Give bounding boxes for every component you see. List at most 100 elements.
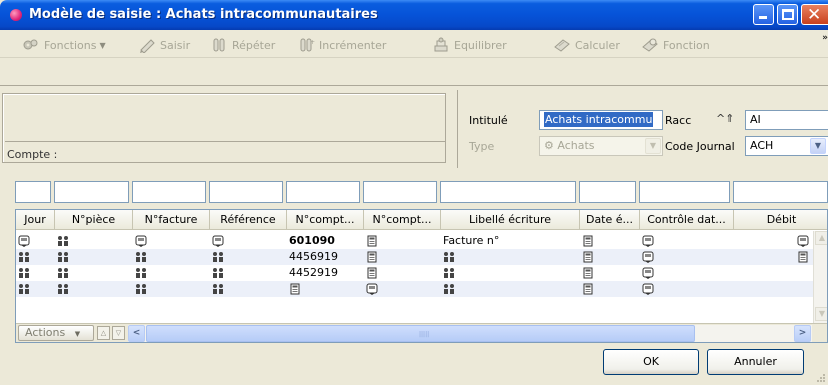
column-header-reference[interactable]: Référence	[210, 210, 287, 230]
chevron-down-icon[interactable]: ▼	[810, 138, 826, 154]
table-cell[interactable]	[734, 281, 813, 297]
info-box-icon	[642, 267, 654, 279]
toolbar-incrementer-button[interactable]: + Incrémenter	[297, 36, 386, 54]
move-down-button[interactable]: ▽	[112, 326, 125, 340]
table-cell[interactable]	[55, 265, 133, 281]
filter-input[interactable]	[54, 181, 129, 203]
scroll-right-icon[interactable]: >	[794, 325, 811, 342]
minimize-button[interactable]	[753, 4, 774, 25]
table-cell[interactable]	[364, 249, 441, 265]
table-cell[interactable]	[55, 249, 133, 265]
column-header-controle-date[interactable]: Contrôle dat...	[640, 210, 734, 230]
table-cell[interactable]	[640, 249, 734, 265]
table-cell[interactable]: Facture n°	[441, 233, 580, 249]
type-select[interactable]: ⚙ Achats ▼	[539, 136, 663, 156]
filter-input[interactable]	[363, 181, 437, 203]
table-cell[interactable]	[210, 265, 287, 281]
filter-input[interactable]	[440, 181, 576, 203]
racc-field[interactable]: AI	[745, 110, 828, 130]
resize-grip-icon[interactable]	[816, 373, 826, 383]
close-button[interactable]: ✕	[801, 4, 828, 25]
table-cell[interactable]	[580, 265, 640, 281]
move-up-button[interactable]: △	[97, 326, 110, 340]
table-cell[interactable]	[640, 265, 734, 281]
toolbar-repeter-button[interactable]: Répéter	[210, 36, 275, 54]
table-cell[interactable]	[16, 281, 55, 297]
calculator-icon	[583, 235, 593, 247]
scroll-up-icon[interactable]: ▲	[815, 231, 827, 245]
column-header-date-echeance[interactable]: Date é...	[580, 210, 640, 230]
column-header-libelle[interactable]: Libellé écriture	[441, 210, 580, 230]
filter-input[interactable]	[209, 181, 283, 203]
toolbar-saisir-button[interactable]: Saisir	[138, 36, 190, 54]
table-cell[interactable]	[287, 281, 364, 297]
title-bar[interactable]: Modèle de saisie : Achats intracommunaut…	[0, 0, 828, 30]
table-cell[interactable]	[210, 233, 287, 249]
table-cell[interactable]	[580, 249, 640, 265]
chevron-down-icon[interactable]: ▼	[645, 138, 661, 154]
table-cell[interactable]	[580, 281, 640, 297]
scroll-left-icon[interactable]: <	[128, 325, 145, 342]
column-header-jour[interactable]: Jour	[16, 210, 55, 230]
scroll-thumb[interactable]: |||||	[146, 325, 695, 342]
table-cell[interactable]	[16, 249, 55, 265]
table-cell[interactable]	[210, 249, 287, 265]
code-journal-select[interactable]: ACH ▼	[745, 136, 828, 156]
table-cell[interactable]: 4456919	[287, 249, 364, 265]
table-cell[interactable]: 601090	[287, 233, 364, 249]
horizontal-scrollbar[interactable]: < ||||| >	[128, 325, 812, 342]
table-cell[interactable]	[16, 265, 55, 281]
table-cell[interactable]	[55, 233, 133, 249]
table-cell[interactable]	[55, 281, 133, 297]
table-row[interactable]: 4452919	[16, 265, 827, 281]
table-cell[interactable]	[441, 281, 580, 297]
table-cell[interactable]	[16, 233, 55, 249]
toolbar-fonctions-button[interactable]: Fonctions ▼	[22, 36, 106, 54]
table-cell[interactable]	[133, 233, 210, 249]
scroll-down-icon[interactable]: ▼	[815, 307, 827, 321]
actions-button[interactable]: Actions ▼	[18, 325, 94, 341]
table-row[interactable]	[16, 281, 827, 297]
table-cell[interactable]	[441, 249, 580, 265]
ok-button[interactable]: OK	[603, 349, 699, 375]
intitule-field[interactable]: Achats intracommu	[539, 110, 663, 130]
table-cell[interactable]	[640, 281, 734, 297]
info-box-icon	[212, 235, 224, 247]
toolbar-calculer-button[interactable]: Calculer	[553, 36, 620, 54]
table-cell[interactable]	[364, 233, 441, 249]
toolbar-fonction-button[interactable]: Fonction	[641, 36, 710, 54]
table-cell[interactable]	[210, 281, 287, 297]
table-cell[interactable]	[133, 265, 210, 281]
table-cell[interactable]	[364, 265, 441, 281]
table-cell[interactable]	[133, 281, 210, 297]
table-cell[interactable]	[580, 233, 640, 249]
filter-input[interactable]	[733, 181, 828, 203]
column-header-ncompte-general[interactable]: N°compt...	[287, 210, 364, 230]
table-cell[interactable]	[364, 281, 441, 297]
toolbar-overflow-button[interactable]: »	[822, 33, 828, 43]
cancel-button[interactable]: Annuler	[707, 349, 804, 375]
table-cell[interactable]	[734, 233, 813, 249]
column-header-debit[interactable]: Débit	[734, 210, 827, 230]
toolbar-repeter-label: Répéter	[232, 38, 276, 52]
table-cell[interactable]	[734, 249, 813, 265]
filter-input[interactable]	[132, 181, 206, 203]
column-header-nfacture[interactable]: N°facture	[133, 210, 210, 230]
table-cell[interactable]	[640, 233, 734, 249]
table-cell[interactable]	[133, 249, 210, 265]
table-row[interactable]: 601090 Facture n°	[16, 233, 827, 249]
table-cell[interactable]: 4452919	[287, 265, 364, 281]
table-row[interactable]: 4456919	[16, 249, 827, 265]
vertical-scrollbar[interactable]: ▲ ▼	[813, 231, 827, 323]
filter-input[interactable]	[579, 181, 636, 203]
table-cell[interactable]	[441, 265, 580, 281]
toolbar-equilibrer-button[interactable]: Equilibrer	[432, 36, 507, 54]
toolbar-equilibrer-label: Equilibrer	[454, 38, 507, 52]
filter-input[interactable]	[15, 181, 51, 203]
column-header-npiece[interactable]: N°pièce	[55, 210, 133, 230]
filter-input[interactable]	[639, 181, 730, 203]
table-cell[interactable]	[734, 265, 813, 281]
filter-input[interactable]	[286, 181, 360, 203]
maximize-button[interactable]	[777, 4, 798, 25]
column-header-ncompte-tiers[interactable]: N°compt...	[364, 210, 441, 230]
